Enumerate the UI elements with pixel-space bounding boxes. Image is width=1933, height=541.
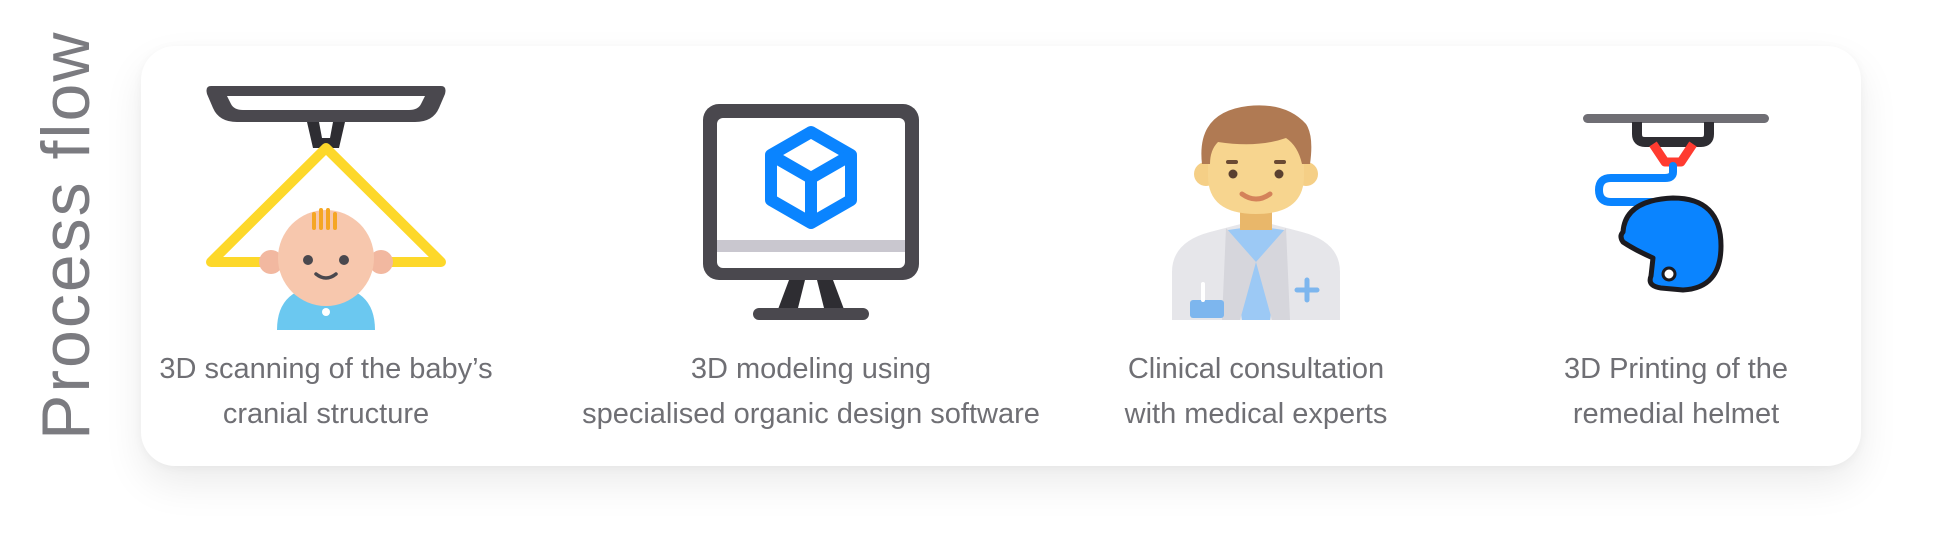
step-modeling: 3D modeling using specialised organic de…	[551, 46, 1071, 466]
step-caption: 3D modeling using specialised organic de…	[582, 353, 1040, 430]
step-caption: 3D scanning of the baby’s cranial struct…	[159, 353, 493, 430]
section-title: Process flow	[28, 30, 104, 440]
doctor-icon	[1166, 102, 1346, 327]
3d-printer-helmet-icon	[1581, 112, 1771, 307]
step-printing: 3D Printing of the remedial helmet	[1501, 46, 1851, 466]
step-consultation: Clinical consultation with medical exper…	[1081, 46, 1431, 466]
process-card: 3D scanning of the baby’s cranial struct…	[141, 46, 1861, 466]
step-scanning: 3D scanning of the baby’s cranial struct…	[141, 46, 511, 466]
step-caption: Clinical consultation with medical exper…	[1124, 353, 1388, 430]
monitor-cube-icon	[701, 102, 921, 327]
baby-scan-icon	[201, 80, 451, 335]
process-flow-page: Process flow 3D scanning of the baby’s c…	[0, 0, 1933, 541]
step-caption: 3D Printing of the remedial helmet	[1563, 353, 1789, 430]
